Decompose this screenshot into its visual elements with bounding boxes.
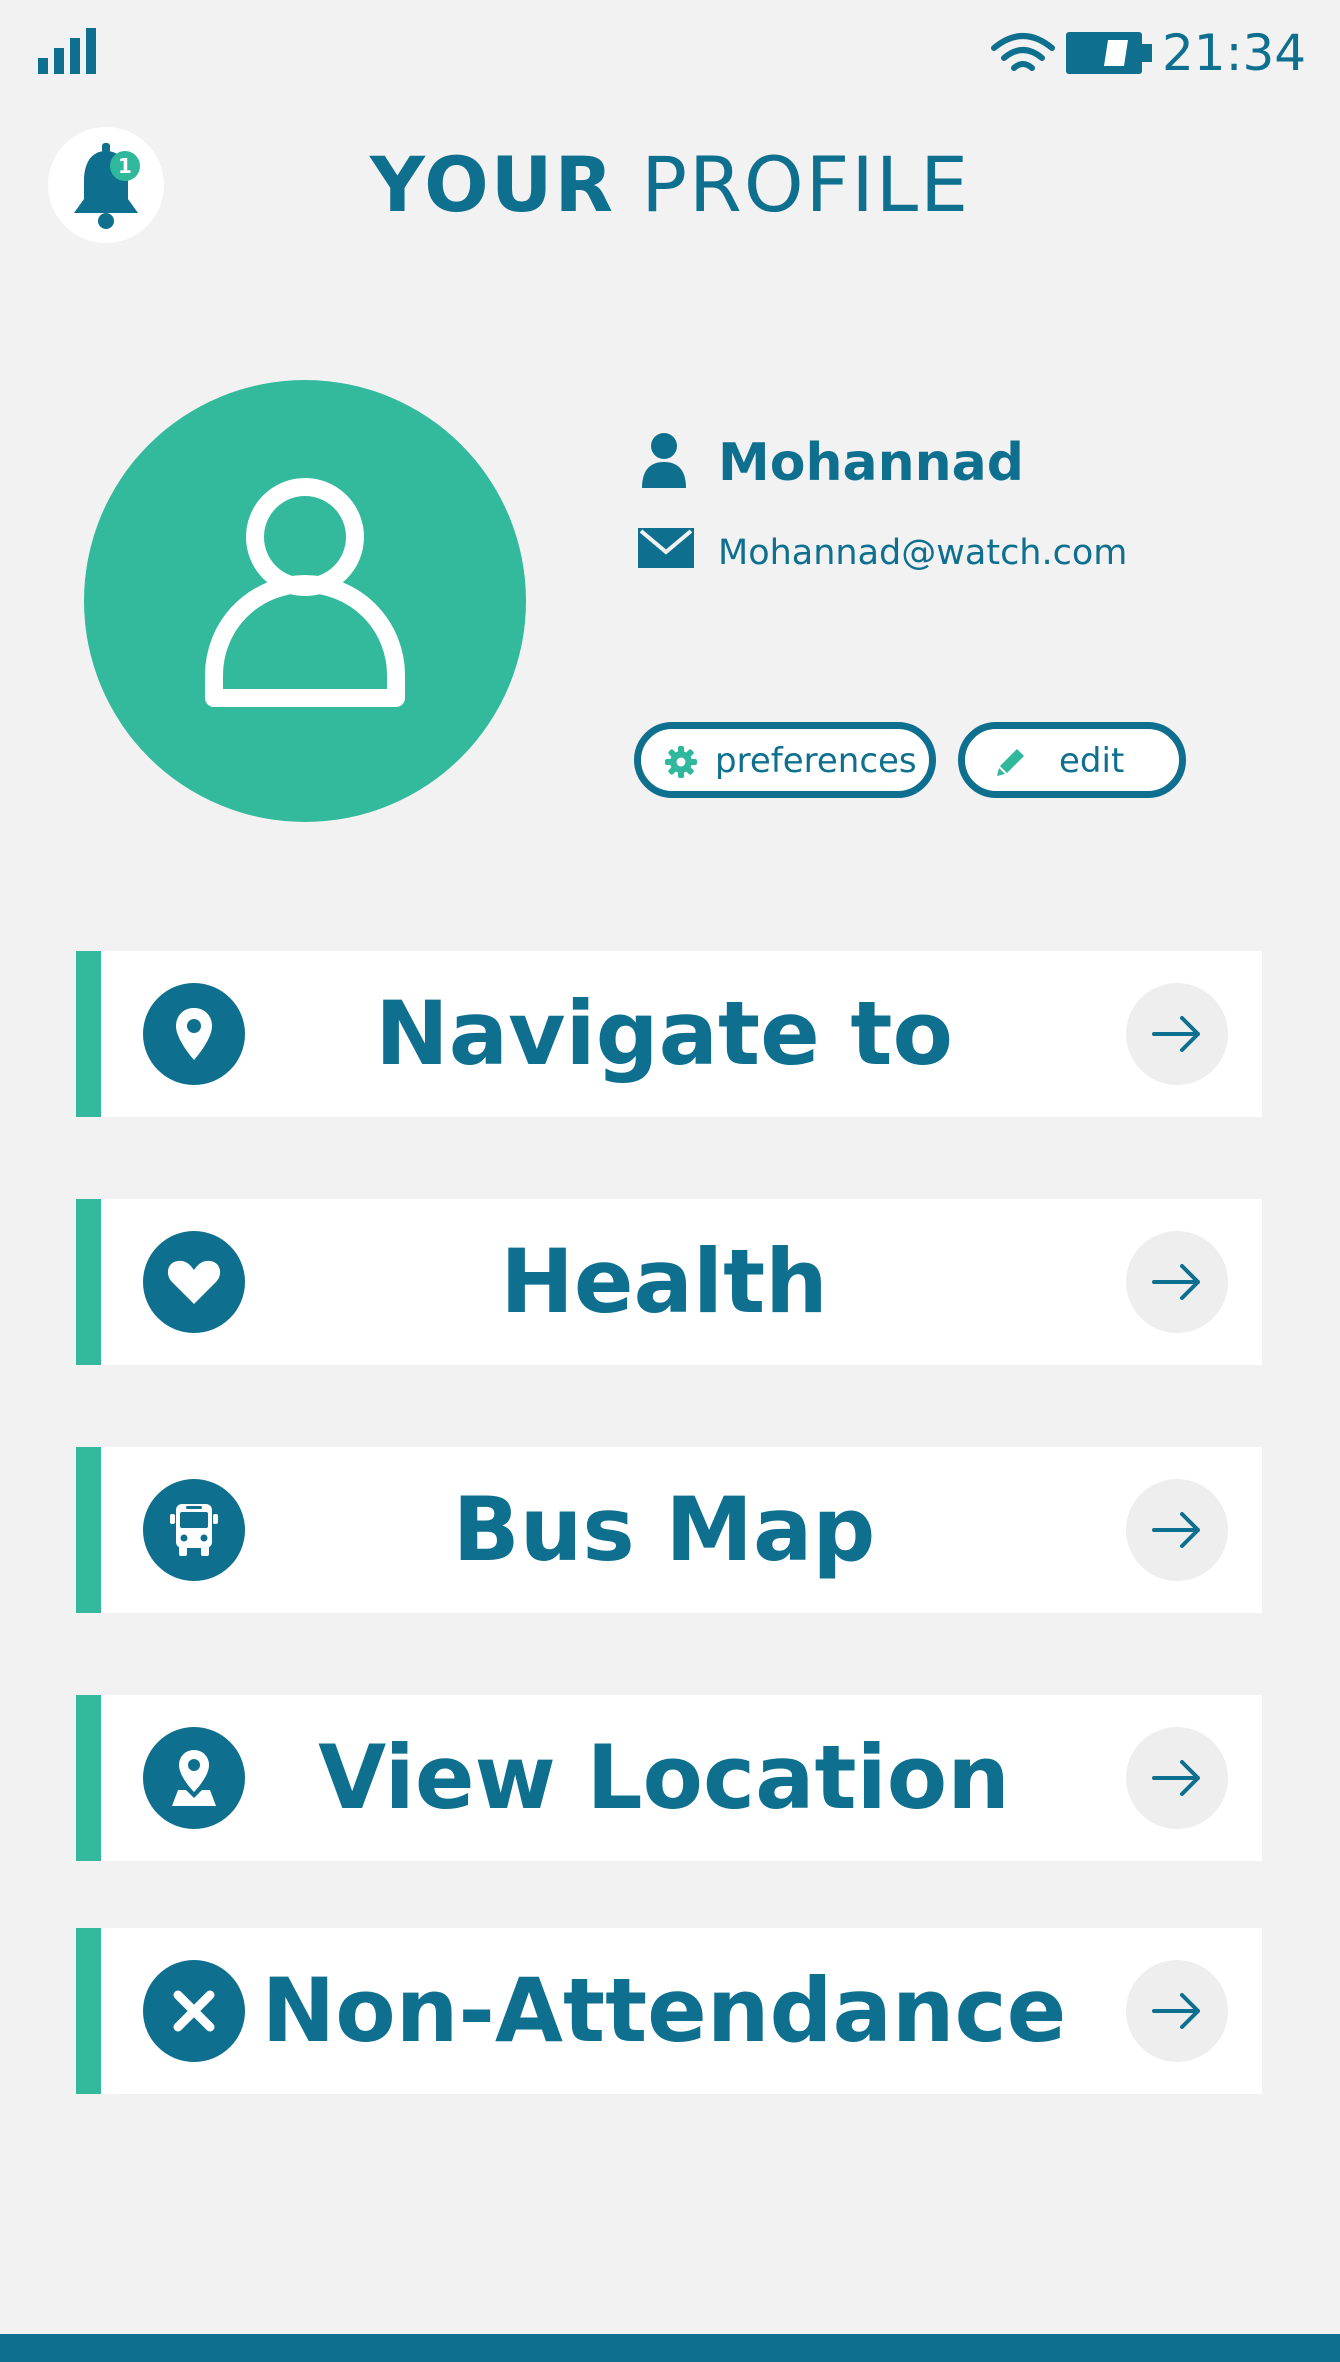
gear-icon: [665, 746, 697, 778]
menu-icon-circle: [143, 983, 245, 1085]
user-name: Mohannad: [718, 433, 1024, 493]
pencil-icon: [997, 749, 1024, 776]
close-icon: [173, 1990, 215, 2032]
menu-accent-bar: [76, 1447, 101, 1613]
menu-label: Health: [500, 1230, 828, 1333]
menu-item-navigate[interactable]: Navigate to: [76, 951, 1262, 1117]
wifi-icon: [991, 33, 1055, 71]
page-title-strong: YOUR: [369, 140, 616, 229]
arrow-right-icon: [1152, 1760, 1200, 1796]
menu-icon-circle: [143, 1231, 245, 1333]
preferences-button[interactable]: preferences: [634, 722, 936, 798]
arrow-button[interactable]: [1126, 1231, 1228, 1333]
arrow-button[interactable]: [1126, 1727, 1228, 1829]
user-icon: [642, 433, 686, 488]
mail-icon: [638, 528, 694, 568]
clock: 21:34: [1162, 24, 1307, 82]
arrow-right-icon: [1152, 1512, 1200, 1548]
heart-icon: [167, 1260, 221, 1304]
bus-icon: [170, 1504, 218, 1556]
signal-icon: [38, 28, 96, 74]
menu-accent-bar: [76, 1199, 101, 1365]
arrow-button[interactable]: [1126, 1479, 1228, 1581]
menu-item-bus-map[interactable]: Bus Map: [76, 1447, 1262, 1613]
edit-label: edit: [1059, 741, 1125, 781]
page-title-light: PROFILE: [641, 140, 971, 229]
menu-label: Navigate to: [375, 982, 953, 1085]
menu-item-view-location[interactable]: View Location: [76, 1695, 1262, 1861]
status-bar: 21:34: [0, 0, 1340, 110]
menu-icon-circle: [143, 1960, 245, 2062]
menu-accent-bar: [76, 1695, 101, 1861]
user-email: Mohannad@watch.com: [718, 533, 1128, 573]
menu-accent-bar: [76, 951, 101, 1117]
menu-label: View Location: [318, 1726, 1010, 1829]
menu-icon-circle: [143, 1727, 245, 1829]
menu-item-non-attendance[interactable]: Non-Attendance: [76, 1928, 1262, 2094]
map-pin-icon: [172, 1750, 216, 1806]
arrow-button[interactable]: [1126, 1960, 1228, 2062]
preferences-label: preferences: [715, 741, 917, 781]
edit-button[interactable]: edit: [958, 722, 1186, 798]
menu-item-health[interactable]: Health: [76, 1199, 1262, 1365]
arrow-right-icon: [1152, 1264, 1200, 1300]
menu-label: Bus Map: [452, 1478, 876, 1581]
battery-icon: [1066, 32, 1152, 74]
user-avatar-icon: [205, 478, 405, 707]
menu-accent-bar: [76, 1928, 101, 2094]
menu-icon-circle: [143, 1479, 245, 1581]
page-title: YOUR PROFILE: [0, 140, 1340, 230]
arrow-right-icon: [1152, 1993, 1200, 2029]
menu-label: Non-Attendance: [261, 1959, 1067, 2062]
arrow-right-icon: [1152, 1016, 1200, 1052]
location-pin-icon: [176, 1008, 212, 1060]
arrow-button[interactable]: [1126, 983, 1228, 1085]
bottom-bar: [0, 2334, 1340, 2362]
avatar: [84, 380, 526, 822]
